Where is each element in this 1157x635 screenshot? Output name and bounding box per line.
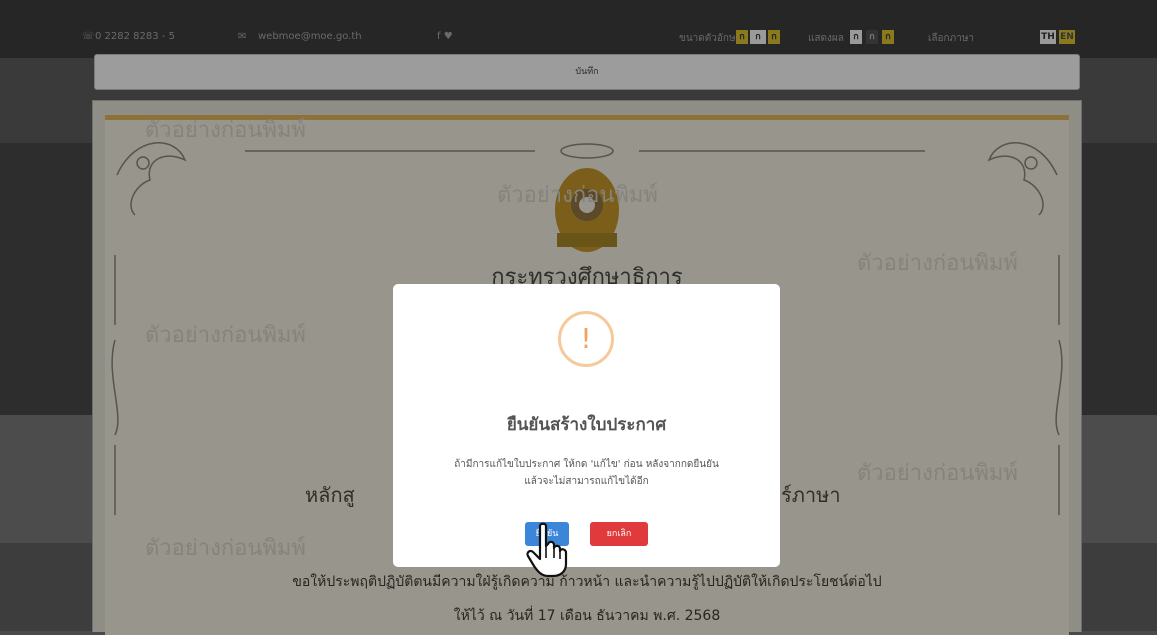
watermark-text: ตัวอย่างก่อนพิมพ์ [497, 183, 658, 208]
language-en[interactable]: EN [1059, 30, 1075, 44]
date-text: ให้ไว้ ณ วันที่ 17 เดือน ธันวาคม พ.ศ. 25… [453, 608, 721, 624]
dialog-message-line2: แล้วจะไม่สามารถแก้ไขได้อีก [524, 476, 649, 487]
watermark-text: ตัวอย่างก่อนพิมพ์ [145, 536, 306, 561]
dialog-message-line1: ถ้ามีการแก้ไขใบประกาศ ให้กด 'แก้ไข' ก่อน… [454, 459, 719, 470]
exclamation-glyph: ! [580, 322, 592, 355]
language-label: เลือกภาษา [928, 33, 975, 44]
font-size-large[interactable]: ก [768, 30, 780, 44]
phone-text: 0 2282 8283 - 5 [95, 31, 175, 42]
social-icons[interactable]: f ♥ [437, 31, 453, 42]
course-name-left: หลักสู [305, 483, 355, 507]
display-contrast[interactable]: ก [882, 30, 894, 44]
course-name-right: ร์ภาษา [781, 483, 841, 507]
email-icon: ✉ [238, 31, 247, 42]
language-th[interactable]: TH [1040, 30, 1056, 44]
blessing-text: ขอให้ประพฤติปฏิบัติตนมีความใฝ่รู้เกิดควา… [292, 574, 882, 590]
confirm-dialog: ! ยืนยันสร้างใบประกาศ ถ้ามีการแก้ไขใบประ… [393, 284, 780, 567]
display-normal[interactable]: ก [850, 30, 862, 44]
dialog-title: ยืนยันสร้างใบประกาศ [506, 415, 667, 435]
font-size-medium[interactable]: ก [750, 30, 766, 44]
display-dark[interactable]: ก [866, 30, 878, 44]
watermark-text: ตัวอย่างก่อนพิมพ์ [145, 323, 306, 348]
exclamation-icon: ! [558, 311, 614, 367]
cancel-button[interactable]: ยกเลิก [590, 522, 648, 546]
watermark-text: ตัวอย่างก่อนพิมพ์ [145, 118, 306, 143]
save-button[interactable]: บันทึก [94, 54, 1080, 90]
hand-cursor-icon [526, 522, 568, 578]
font-size-label: ขนาดตัวอักษร [679, 33, 741, 44]
top-bar: ☏ 0 2282 8283 - 5 ✉ webmoe@moe.go.th f ♥… [0, 0, 1157, 58]
watermark-text: ตัวอย่างก่อนพิมพ์ [857, 461, 1018, 486]
display-label: แสดงผล [808, 33, 844, 44]
phone-icon: ☏ [82, 31, 95, 42]
email-text[interactable]: webmoe@moe.go.th [258, 31, 362, 42]
dialog-message: ถ้ามีการแก้ไขใบประกาศ ให้กด 'แก้ไข' ก่อน… [393, 456, 780, 490]
font-size-small[interactable]: ก [736, 30, 748, 44]
